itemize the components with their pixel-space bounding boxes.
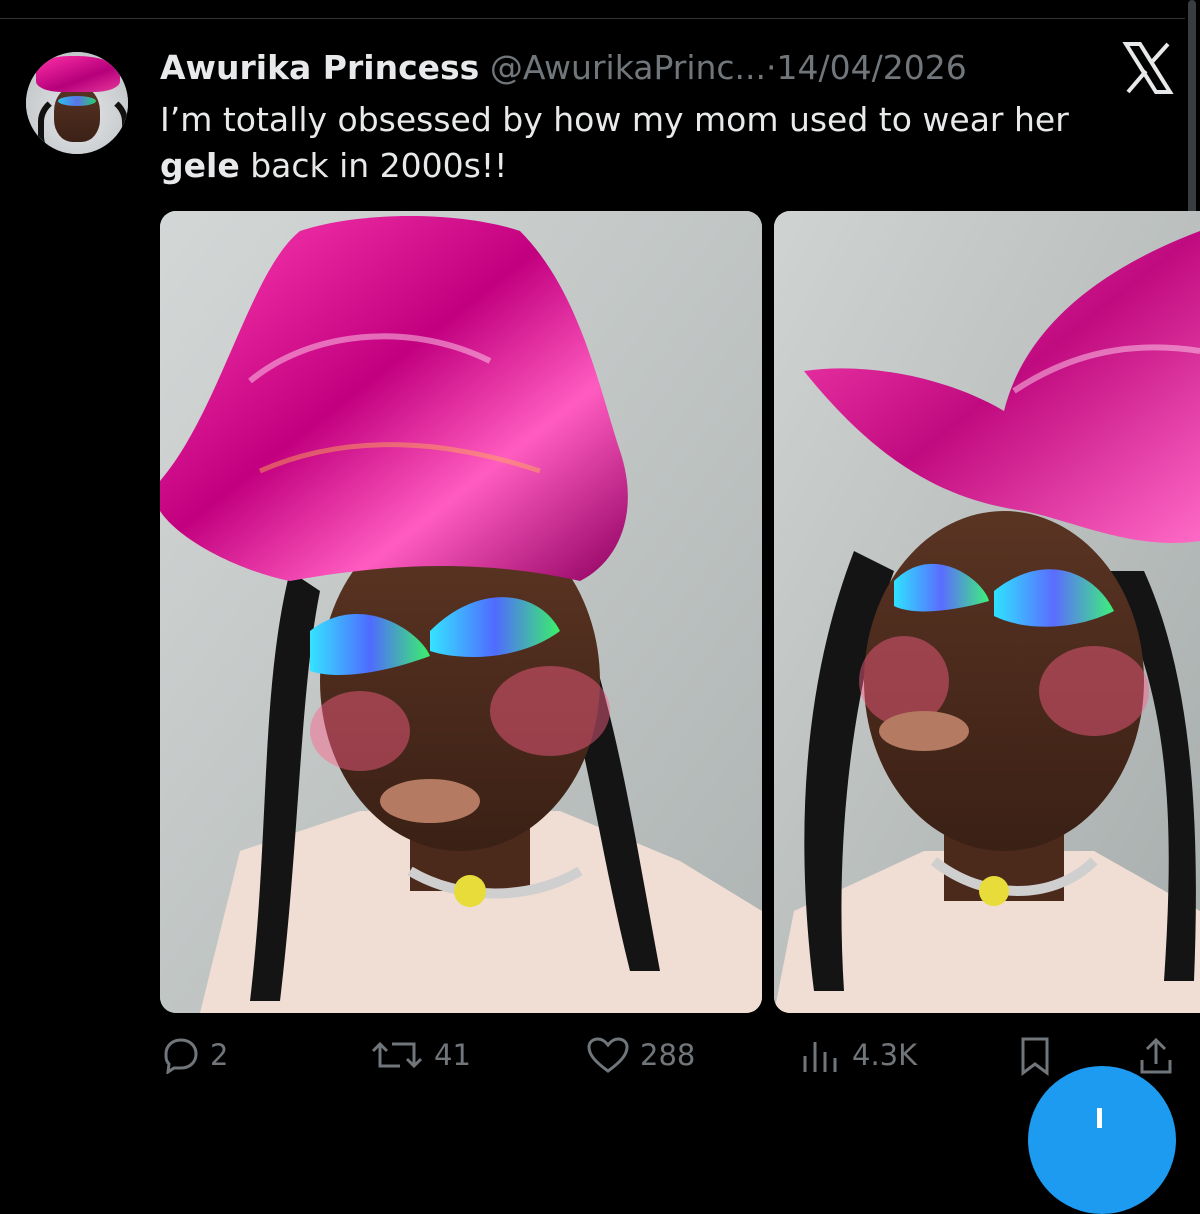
tweet-text-part2: back in 2000s!! — [239, 146, 508, 185]
views-count: 4.3K — [852, 1038, 918, 1072]
heart-icon — [587, 1037, 629, 1073]
top-divider — [0, 18, 1185, 19]
x-logo-icon — [1122, 42, 1174, 94]
tweet-photo-1[interactable] — [160, 211, 762, 1013]
tweet-date[interactable]: 14/04/2026 — [777, 48, 967, 87]
share-icon — [1140, 1037, 1172, 1074]
photo-icon — [774, 211, 1200, 1013]
tweet-text: I’m totally obsessed by how my mom used … — [160, 97, 1140, 189]
reply-icon — [164, 1038, 198, 1074]
action-bar: 2 41 288 4.3K — [0, 1036, 1200, 1082]
views-icon — [803, 1042, 837, 1072]
bookmark-button[interactable] — [1018, 1036, 1052, 1076]
compose-button[interactable] — [1028, 1066, 1176, 1214]
photo-icon — [160, 211, 762, 1013]
like-count: 288 — [640, 1038, 696, 1072]
tweet-text-bold: gele — [160, 146, 240, 185]
share-button[interactable] — [1136, 1036, 1176, 1076]
reply-count: 2 — [210, 1038, 229, 1072]
repost-count: 41 — [434, 1038, 471, 1072]
scrollbar[interactable] — [1188, 0, 1196, 240]
like-button[interactable]: 288 — [586, 1036, 695, 1074]
repost-button[interactable]: 41 — [370, 1036, 471, 1074]
repost-icon — [371, 1041, 423, 1069]
avatar[interactable] — [26, 52, 128, 154]
tweet-text-part1: I’m totally obsessed by how my mom used … — [160, 100, 1069, 139]
compose-plus-icon — [1097, 1108, 1102, 1128]
bookmark-icon — [1021, 1037, 1049, 1076]
author-handle[interactable]: @AwurikaPrinc... — [490, 48, 766, 87]
tweet-photo-2[interactable] — [774, 211, 1200, 1013]
views-button[interactable]: 4.3K — [800, 1036, 917, 1074]
separator-dot: · — [766, 48, 777, 87]
author-name[interactable]: Awurika Princess — [160, 48, 479, 87]
reply-button[interactable]: 2 — [162, 1036, 228, 1074]
tweet-header: Awurika Princess @AwurikaPrinc...·14/04/… — [160, 48, 967, 88]
